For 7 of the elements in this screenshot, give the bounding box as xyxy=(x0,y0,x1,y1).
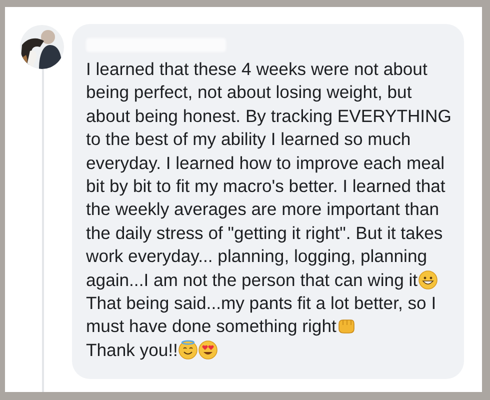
comment-text: Thank you!! xyxy=(86,340,178,360)
comment-text: must have done something right xyxy=(86,316,336,336)
heart-eyes-face-icon xyxy=(198,340,218,360)
comment-text: again...I am not the person that can wing it xyxy=(86,270,418,290)
smiling-face-with-halo-icon xyxy=(178,340,198,360)
grinning-face-icon xyxy=(418,270,438,290)
comment-text: That being said...my pants fit a lot better, so I xyxy=(86,292,438,316)
